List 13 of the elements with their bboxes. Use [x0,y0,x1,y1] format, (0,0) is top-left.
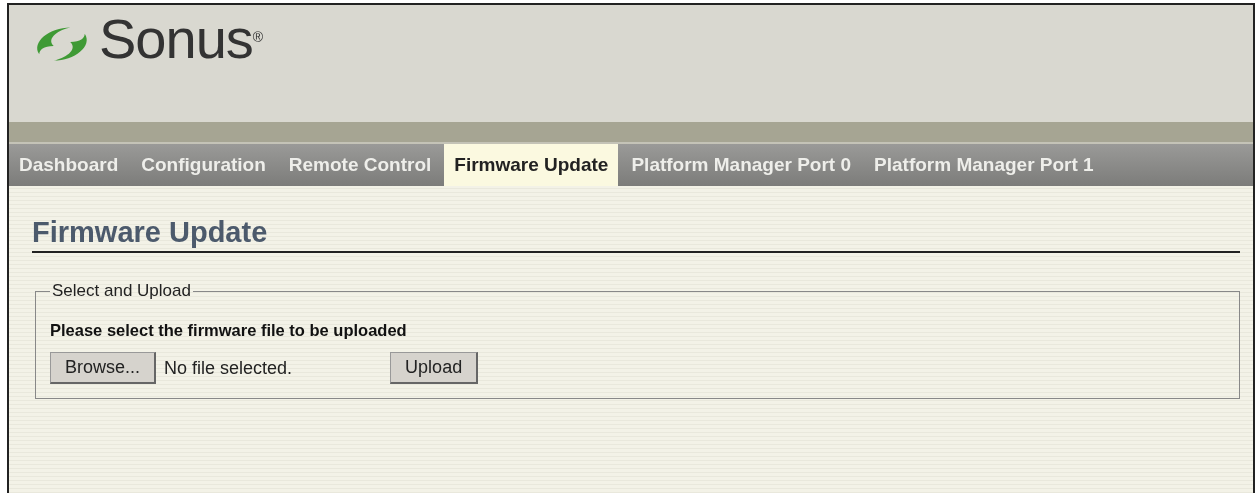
upload-button[interactable]: Upload [390,352,479,384]
page-title: Firmware Update [32,216,1240,253]
panel-legend: Select and Upload [50,281,193,301]
nav-tab[interactable]: Platform Manager Port 0 [621,144,862,186]
browse-button[interactable]: Browse... [50,352,157,384]
nav-tab[interactable]: Platform Manager Port 1 [864,144,1104,186]
nav-tab[interactable]: Configuration [131,144,276,186]
file-status: No file selected. [164,357,293,379]
nav-tab[interactable]: Dashboard [9,144,129,186]
logo-text: Sonus$^{®}$ [99,15,263,63]
nav-tab[interactable]: Firmware Update [444,144,619,186]
nav-tab[interactable]: Remote Control [278,144,442,186]
instruction-text: Please select the firmware file to be uploaded [50,321,408,340]
